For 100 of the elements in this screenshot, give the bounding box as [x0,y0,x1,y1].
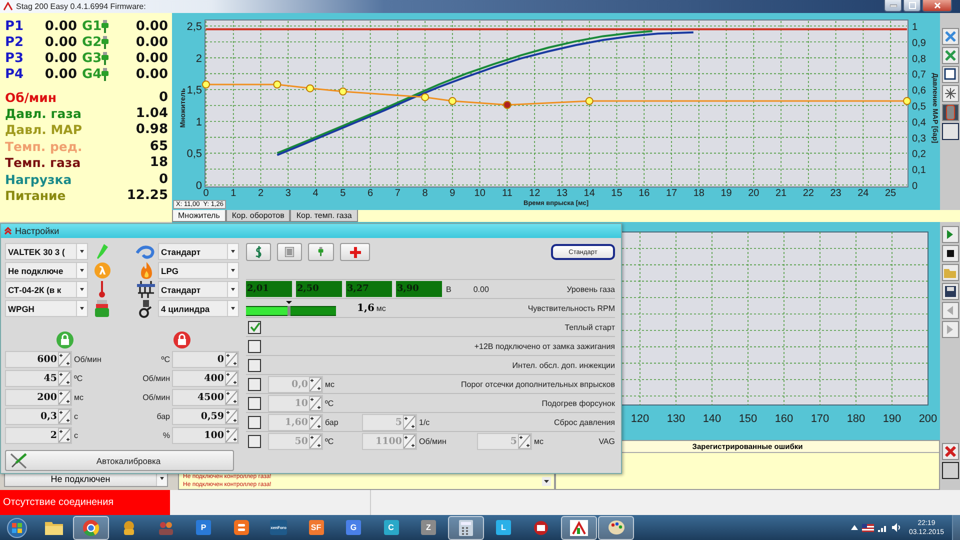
toolbar-button[interactable] [277,243,302,261]
spin-field[interactable]: 100 [172,427,239,444]
autocalibration-button[interactable]: Автокалибровка [5,450,234,471]
taskbar-app[interactable] [448,516,484,540]
injector-label: P1 [5,18,25,34]
tool-button[interactable] [942,85,958,102]
axis-tick-label: 2 [258,188,264,199]
chart-tab[interactable]: Кор. темп. газа [290,210,358,222]
toolbar-button[interactable] [340,243,370,261]
collapse-icon[interactable] [4,227,12,235]
dropdown[interactable]: 4 цилиндра [158,300,239,317]
axis-tick-label: 19 [720,188,732,199]
clear-button[interactable] [942,443,958,460]
tool-button[interactable] [942,104,958,121]
spin-icon[interactable] [58,390,71,405]
lock-icon[interactable] [173,331,191,349]
show-hidden-icon[interactable] [850,525,858,530]
unit-label: Об/мин [419,436,446,446]
checkbox[interactable] [248,396,261,410]
spin-icon[interactable] [58,352,71,367]
axis-tick-label: 120 [630,413,650,425]
dropdown[interactable]: Стандарт [158,281,239,298]
spin-field[interactable]: 200 [5,389,72,406]
chart-tab[interactable]: Множитель [172,210,226,222]
tool-button[interactable] [942,66,958,83]
app-tile-icon: L [496,520,511,535]
injector-value: 0.00 [44,34,77,50]
axis-tick-label: 130 [666,413,686,425]
dropdown[interactable]: СТ-04-2К (в к [5,281,88,298]
checkbox[interactable] [248,358,261,372]
chart-tab[interactable]: Кор. оборотов [226,210,290,222]
spin-icon[interactable] [58,371,71,386]
spin-field[interactable]: 2 [5,427,72,444]
spin-field[interactable]: 0,3 [5,408,72,425]
checkbox[interactable] [248,434,261,448]
point [202,80,210,89]
reading-value: 18 [150,155,168,170]
rpm-slider[interactable] [246,300,336,316]
lambda-icon: λ [94,262,110,279]
checkbox[interactable] [248,320,261,334]
taskbar-app[interactable] [560,516,596,540]
spin-icon[interactable] [225,409,238,424]
swirl-icon [136,244,156,260]
minimize-icon [890,4,896,7]
forward-button[interactable] [942,321,958,338]
injector-value: 0.00 [44,18,77,34]
spin-icon[interactable] [225,371,238,386]
axis-tick-label: 15 [611,188,622,199]
flame-icon [140,262,152,279]
toolbar-button[interactable] [308,243,334,261]
flag-icon[interactable] [862,524,874,532]
setting-label: Интел. обсл. доп. инжекции [512,360,615,370]
axis-tick-label: 23 [830,188,842,199]
dropdown[interactable]: LPG [158,262,239,279]
dropdown[interactable]: WPGH [5,300,88,317]
tool-button[interactable] [942,123,958,140]
reading-value: 1.04 [136,106,168,122]
unit-label: мс [73,393,84,402]
checkbox[interactable] [248,416,261,428]
spin-icon[interactable] [58,428,71,443]
checkbox[interactable] [248,340,261,352]
dropdown[interactable]: VALTEK 30 3 ( [5,243,88,260]
reading-label: Давл. MAP [5,122,82,138]
slider-thumb[interactable] [285,300,294,316]
spin-icon[interactable] [225,428,238,443]
minimize-button[interactable] [884,0,902,12]
spin-field[interactable]: 45 [5,370,72,387]
spin-icon[interactable] [58,409,71,424]
tool-button[interactable] [942,462,958,479]
dropdown[interactable]: Не подключе [5,262,88,279]
spin-field[interactable]: 0 [172,351,239,368]
axis-tick-label: 190 [882,413,902,425]
stop-button[interactable] [942,245,958,262]
folder-icon [44,520,62,535]
spin-field[interactable]: 0,59 [172,408,239,425]
app-icon [3,2,13,11]
scroll-down-icon[interactable] [542,477,551,486]
spin-field[interactable]: 4500 [172,389,239,406]
reading-value: 65 [150,138,168,154]
spin-field[interactable]: 600 [5,351,72,368]
checkbox[interactable] [248,378,261,390]
reading-value: 12.25 [126,188,168,204]
spin-icon[interactable] [225,352,238,367]
axis-tick-label: 1 [912,22,918,33]
speaker-icon[interactable] [892,523,901,532]
unit-label: % [162,431,171,440]
spin-field[interactable]: 400 [172,370,239,387]
close-button[interactable] [922,0,952,12]
taskbar-app[interactable]: P [186,516,222,540]
taskbar-app[interactable]: G [336,516,372,540]
taskbar-app[interactable] [73,516,109,540]
maximize-button[interactable] [903,0,921,12]
signal-icon[interactable] [878,524,888,532]
dropdown[interactable]: Стандарт [158,243,239,260]
spin-icon[interactable] [225,390,238,405]
axis-tick-label: 2 [196,52,202,65]
toolbar-button[interactable] [246,243,271,261]
reading-value: 0 [158,172,168,187]
play-button[interactable] [942,226,958,243]
save-button[interactable] [942,283,958,300]
